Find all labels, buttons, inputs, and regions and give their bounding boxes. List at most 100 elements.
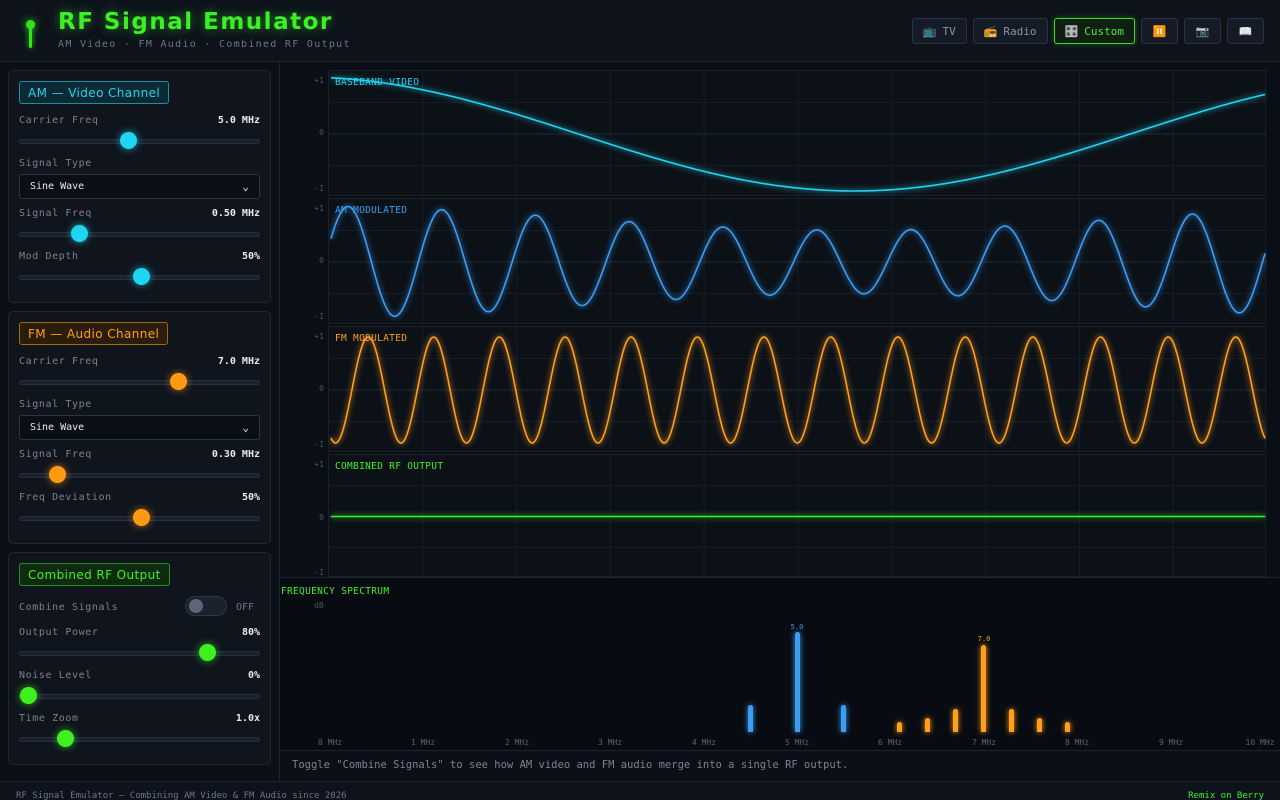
remix-link[interactable]: Remix on Berry [1188, 791, 1264, 800]
spectrum-title: FREQUENCY SPECTRUM [281, 586, 390, 597]
am-scope-label: AM MODULATED [335, 205, 408, 216]
antenna-icon [24, 18, 38, 50]
fm-carrier-label: Carrier Freq [19, 356, 99, 367]
chevron-down-icon: ⌄ [242, 421, 249, 434]
noise-level-value: 0% [247, 670, 260, 681]
preset-toolbar: 📺 TV 📻 Radio 🎛️ Custom ⏸️ 📷 📖 [911, 18, 1264, 44]
am-signal-type-select[interactable]: Sine Wave ⌄ [19, 174, 260, 199]
baseband-scope-label: BASEBAND VIDEO [335, 77, 420, 88]
spectrum-x-tick: 2 MHz [504, 738, 530, 747]
book-icon: 📖 [1238, 24, 1253, 38]
output-power-thumb[interactable] [198, 644, 216, 661]
am-signal-freq-value: 0.50 MHz [211, 208, 260, 219]
spectrum-bar [794, 632, 800, 732]
fm-tick-bottom: -1 [314, 440, 324, 449]
spectrum-x-tick: 9 MHz [1158, 738, 1184, 747]
rf-panel-title: Combined RF Output [19, 563, 170, 586]
am-type-label: Signal Type [19, 158, 92, 169]
am-carrier-value: 5.0 MHz [217, 115, 260, 126]
fm-deviation-label: Freq Deviation [19, 492, 112, 503]
app-root: RF Signal Emulator AM Video · FM Audio ·… [0, 0, 1280, 800]
combine-signals-toggle[interactable] [185, 596, 227, 616]
pause-icon: ⏸️ [1152, 24, 1167, 38]
docs-button[interactable]: 📖 [1227, 18, 1264, 44]
spectrum-x-tick: 5 MHz [784, 738, 810, 747]
screenshot-button[interactable]: 📷 [1184, 18, 1221, 44]
noise-level-label: Noise Level [19, 670, 92, 681]
am-panel-title: AM — Video Channel [19, 81, 170, 104]
fm-waveform [329, 327, 1267, 453]
fm-deviation-slider[interactable] [19, 509, 260, 526]
baseband-tick-bottom: -1 [314, 184, 324, 193]
footer-credit: RF Signal Emulator — Combining AM Video … [16, 791, 347, 800]
spectrum-x-tick: 3 MHz [597, 738, 623, 747]
am-peak-label: 5.0 [790, 623, 804, 631]
output-power-value: 80% [241, 627, 260, 638]
fm-modulated-scope: FM MODULATED [328, 326, 1267, 453]
frequency-spectrum-panel: FREQUENCY SPECTRUM dB 5.0 7.0 0 MHz 1 MH… [280, 577, 1280, 750]
am-depth-slider[interactable] [19, 268, 260, 285]
am-depth-label: Mod Depth [19, 251, 79, 262]
spectrum-x-tick: 4 MHz [691, 738, 717, 747]
fm-scope-label: FM MODULATED [335, 333, 408, 344]
rf-tick-bottom: -1 [314, 568, 324, 577]
spectrum-x-tick: 10 MHz [1245, 738, 1275, 747]
control-sidebar: AM — Video Channel Carrier Freq 5.0 MHz … [0, 62, 280, 781]
baseband-video-scope: BASEBAND VIDEO [328, 70, 1267, 197]
preset-radio-button[interactable]: 📻 Radio [972, 18, 1048, 44]
am-carrier-slider[interactable] [19, 132, 260, 149]
fm-signal-type-select[interactable]: Sine Wave ⌄ [19, 415, 260, 440]
time-zoom-thumb[interactable] [56, 730, 74, 747]
spectrum-x-tick: 0 MHz [317, 738, 343, 747]
am-waveform [329, 199, 1267, 325]
rf-waveform [329, 455, 1267, 578]
fm-deviation-value: 50% [241, 492, 260, 503]
spectrum-bar [897, 722, 903, 732]
time-zoom-label: Time Zoom [19, 713, 79, 724]
am-carrier-label: Carrier Freq [19, 115, 99, 126]
am-tick-mid: 0 [319, 256, 324, 265]
footer-bar: RF Signal Emulator — Combining AM Video … [0, 781, 1280, 800]
fm-signal-freq-slider[interactable] [19, 466, 260, 483]
spectrum-bar [1009, 709, 1015, 732]
am-signal-freq-slider[interactable] [19, 225, 260, 242]
fm-tick-top: +1 [314, 332, 324, 341]
noise-level-slider[interactable] [19, 687, 260, 704]
fm-carrier-slider[interactable] [19, 373, 260, 390]
preset-custom-label: Custom [1084, 24, 1124, 38]
fm-signal-freq-thumb[interactable] [49, 466, 67, 483]
output-power-slider[interactable] [19, 644, 260, 661]
baseband-tick-top: +1 [314, 76, 324, 85]
spectrum-bar [981, 645, 987, 732]
spectrum-bar [1065, 722, 1071, 732]
rf-output-panel: Combined RF Output Combine Signals OFF O… [8, 552, 271, 765]
spectrum-bar [925, 718, 931, 732]
spectrum-x-tick: 1 MHz [410, 738, 436, 747]
toggle-knob [189, 599, 203, 613]
am-modulated-scope: AM MODULATED [328, 198, 1267, 325]
am-signal-type-value: Sine Wave [30, 181, 85, 192]
am-signal-freq-label: Signal Freq [19, 208, 92, 219]
combined-rf-scope: COMBINED RF OUTPUT [328, 454, 1267, 578]
am-signal-freq-thumb[interactable] [71, 225, 89, 242]
preset-tv-button[interactable]: 📺 TV [911, 18, 967, 44]
fm-tick-mid: 0 [319, 384, 324, 393]
spectrum-x-tick: 6 MHz [877, 738, 903, 747]
spectrum-unit: dB [314, 601, 324, 610]
fm-deviation-thumb[interactable] [132, 509, 150, 526]
combine-signals-label: Combine Signals [19, 602, 119, 613]
noise-level-thumb[interactable] [20, 687, 38, 704]
am-depth-value: 50% [241, 251, 260, 262]
combine-state-text: OFF [236, 602, 255, 613]
fm-carrier-thumb[interactable] [169, 373, 187, 390]
spectrum-bar [953, 709, 959, 732]
am-carrier-thumb[interactable] [120, 132, 138, 149]
pause-button[interactable]: ⏸️ [1141, 18, 1178, 44]
preset-custom-button[interactable]: 🎛️ Custom [1053, 18, 1135, 44]
am-depth-thumb[interactable] [132, 268, 150, 285]
fm-signal-freq-label: Signal Freq [19, 449, 92, 460]
time-zoom-slider[interactable] [19, 730, 260, 747]
spectrum-x-tick: 7 MHz [971, 738, 997, 747]
oscilloscope-area: +1 0 -1 BASEBAND VIDEO +1 0 -1 AM MODULA… [280, 62, 1280, 578]
fm-signal-type-value: Sine Wave [30, 422, 85, 433]
